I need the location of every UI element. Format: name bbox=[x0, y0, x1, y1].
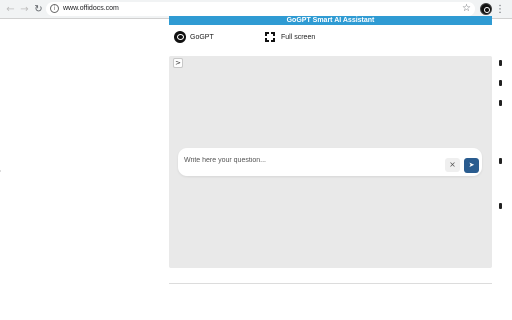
kebab-menu-icon[interactable]: ⋮ bbox=[495, 3, 505, 16]
page-background bbox=[0, 20, 168, 320]
back-arrow-icon[interactable]: ← bbox=[4, 3, 17, 16]
expand-sidebar-button[interactable]: > bbox=[173, 58, 183, 68]
panel-title: GoGPT Smart AI Assistant bbox=[169, 16, 492, 25]
reload-icon[interactable]: ↻ bbox=[32, 3, 45, 16]
url-text[interactable]: www.offidocs.com bbox=[63, 4, 119, 14]
forward-arrow-icon[interactable]: → bbox=[18, 3, 31, 16]
question-input[interactable] bbox=[184, 154, 434, 166]
text-fragment bbox=[499, 80, 502, 86]
clear-button[interactable]: × bbox=[445, 158, 460, 172]
send-button[interactable]: ➤ bbox=[464, 158, 479, 173]
page-edge bbox=[496, 20, 512, 320]
info-icon[interactable]: i bbox=[50, 4, 59, 13]
text-fragment bbox=[499, 100, 502, 106]
star-icon[interactable]: ☆ bbox=[462, 2, 471, 16]
page-divider bbox=[0, 170, 1, 172]
gogpt-extension-icon[interactable] bbox=[480, 3, 492, 15]
question-box: × ➤ bbox=[178, 148, 482, 176]
gogpt-panel: GoGPT Smart AI Assistant GoGPT Full scre… bbox=[169, 16, 492, 286]
fullscreen-label: Full screen bbox=[281, 33, 316, 41]
fullscreen-button[interactable]: Full screen bbox=[265, 31, 315, 43]
gogpt-link[interactable]: GoGPT bbox=[174, 31, 214, 43]
chat-area: > × ➤ bbox=[169, 56, 492, 268]
address-bar[interactable]: i www.offidocs.com ☆ bbox=[46, 2, 475, 16]
gogpt-logo-icon bbox=[174, 31, 186, 43]
text-fragment bbox=[499, 203, 502, 209]
panel-bottom-divider bbox=[169, 283, 492, 284]
text-fragment bbox=[499, 158, 502, 164]
text-fragment bbox=[499, 60, 502, 66]
fullscreen-icon bbox=[265, 32, 275, 42]
gogpt-label: GoGPT bbox=[190, 33, 214, 41]
